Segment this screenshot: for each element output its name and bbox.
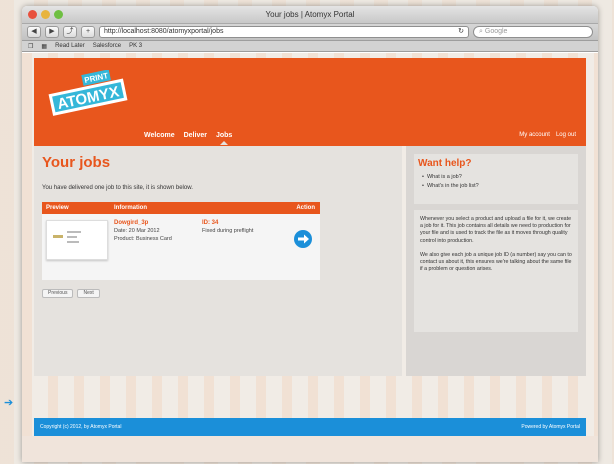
- atomyx-logo[interactable]: PRINT ATOMYX: [46, 70, 132, 124]
- footer-copyright: Copyright (c) 2012, by Atomyx Portal: [40, 424, 122, 430]
- job-preview-thumbnail[interactable]: [46, 220, 108, 260]
- nav-deliver[interactable]: Deliver: [184, 132, 207, 139]
- table-row: Dowgird_3p Date: 20 Mar 2012 Product: Bu…: [42, 214, 320, 280]
- bookmark-book-icon[interactable]: ❐: [28, 43, 33, 50]
- help-explanation: Whenever you select a product and upload…: [414, 210, 578, 332]
- job-product: Product: Business Card: [114, 236, 172, 242]
- browser-toolbar: ◀ ▶ ⤴ + http://localhost:8080/atomyxport…: [22, 24, 598, 41]
- logout-link[interactable]: Log out: [556, 132, 576, 138]
- account-links: My account Log out: [519, 132, 576, 138]
- share-icon[interactable]: ⤴: [63, 26, 77, 38]
- search-placeholder: Google: [484, 28, 508, 35]
- top-sites-icon[interactable]: ▦: [41, 43, 47, 50]
- job-name[interactable]: Dowgird_3p: [114, 220, 148, 226]
- previous-button[interactable]: Previous: [42, 289, 74, 298]
- column-information: Information: [114, 205, 147, 211]
- help-title: Want help?: [418, 158, 472, 169]
- site-header: PRINT ATOMYX Welcome Deliver Jobs My acc…: [34, 58, 586, 146]
- bookmarks-bar: ❐ ▦ Read Later Salesforce PK 3: [22, 41, 598, 52]
- main-nav: Welcome Deliver Jobs: [144, 132, 232, 145]
- next-button[interactable]: Next: [77, 289, 100, 298]
- column-action: Action: [296, 205, 315, 211]
- window-controls: [28, 10, 63, 19]
- url-text: http://localhost:8080/atomyxportal/jobs: [104, 28, 224, 35]
- bookmark-item[interactable]: PK 3: [129, 43, 142, 49]
- nav-jobs[interactable]: Jobs: [216, 132, 232, 145]
- job-status: Fixed during preflight: [202, 228, 254, 234]
- site-footer: Copyright (c) 2012, by Atomyx Portal Pow…: [34, 418, 586, 436]
- main-content: Your jobs You have delivered one job to …: [34, 146, 402, 376]
- help-paragraph: We also give each job a unique job ID (a…: [420, 251, 572, 273]
- pagination: Previous Next: [42, 289, 100, 298]
- help-link[interactable]: What's in the job list?: [427, 183, 479, 189]
- address-bar[interactable]: http://localhost:8080/atomyxportal/jobs …: [99, 26, 469, 38]
- browser-window: Your jobs | Atomyx Portal ◀ ▶ ⤴ + http:/…: [22, 6, 598, 462]
- forward-button[interactable]: ▶: [45, 26, 59, 38]
- minimize-window-icon[interactable]: [41, 10, 50, 19]
- page-title: Your jobs: [42, 154, 111, 171]
- business-card-preview-icon: [53, 231, 81, 243]
- jobs-table: Preview Information Action Dowgird_3p Da…: [42, 202, 320, 280]
- arrow-right-icon: [298, 234, 309, 244]
- help-links: What is a job? What's in the job list?: [427, 174, 479, 192]
- title-bar: Your jobs | Atomyx Portal: [22, 6, 598, 24]
- job-date: Date: 20 Mar 2012: [114, 228, 160, 234]
- job-id: ID: 34: [202, 220, 219, 226]
- back-button[interactable]: ◀: [27, 26, 41, 38]
- bookmark-item[interactable]: Read Later: [55, 43, 85, 49]
- help-paragraph: Whenever you select a product and upload…: [420, 216, 572, 244]
- column-preview: Preview: [46, 205, 69, 211]
- bookmark-item[interactable]: Salesforce: [93, 43, 121, 49]
- help-box: Want help? What is a job? What's in the …: [414, 154, 578, 204]
- zoom-window-icon[interactable]: [54, 10, 63, 19]
- nav-welcome[interactable]: Welcome: [144, 132, 175, 139]
- page-bottom-pattern: [22, 436, 598, 462]
- table-header: Preview Information Action: [42, 202, 320, 214]
- arrow-right-marker-icon: ➔: [4, 397, 14, 409]
- my-account-link[interactable]: My account: [519, 132, 550, 138]
- reload-icon[interactable]: ↻: [458, 27, 464, 37]
- add-bookmark-button[interactable]: +: [81, 26, 95, 38]
- search-input[interactable]: ⌕ Google: [473, 26, 593, 38]
- help-link[interactable]: What is a job?: [427, 174, 479, 180]
- web-page: PRINT ATOMYX Welcome Deliver Jobs My acc…: [22, 53, 598, 462]
- close-window-icon[interactable]: [28, 10, 37, 19]
- open-job-button[interactable]: [294, 230, 312, 248]
- window-title: Your jobs | Atomyx Portal: [265, 10, 355, 19]
- intro-text: You have delivered one job to this site,…: [42, 185, 193, 191]
- help-sidebar: Want help? What is a job? What's in the …: [406, 146, 586, 376]
- footer-powered-by[interactable]: Powered by Atomyx Portal: [521, 424, 580, 430]
